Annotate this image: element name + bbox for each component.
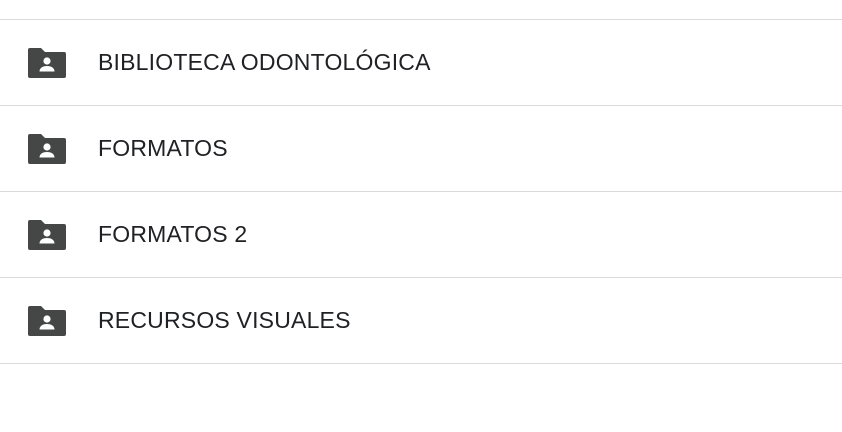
shared-folder-icon <box>28 133 66 164</box>
shared-folder-icon <box>28 47 66 78</box>
folder-label: BIBLIOTECA ODONTOLÓGICA <box>98 49 431 75</box>
folder-row-biblioteca-odontologica[interactable]: BIBLIOTECA ODONTOLÓGICA <box>0 20 842 106</box>
folder-row-formatos[interactable]: FORMATOS <box>0 106 842 192</box>
shared-folder-icon <box>28 219 66 250</box>
folder-list: BIBLIOTECA ODONTOLÓGICA FORMATOS FORMATO… <box>0 19 842 364</box>
folder-label: FORMATOS 2 <box>98 221 248 247</box>
folder-label: FORMATOS <box>98 135 228 161</box>
folder-row-formatos-2[interactable]: FORMATOS 2 <box>0 192 842 278</box>
folder-row-recursos-visuales[interactable]: RECURSOS VISUALES <box>0 278 842 364</box>
folder-label: RECURSOS VISUALES <box>98 307 351 333</box>
shared-folder-icon <box>28 305 66 336</box>
